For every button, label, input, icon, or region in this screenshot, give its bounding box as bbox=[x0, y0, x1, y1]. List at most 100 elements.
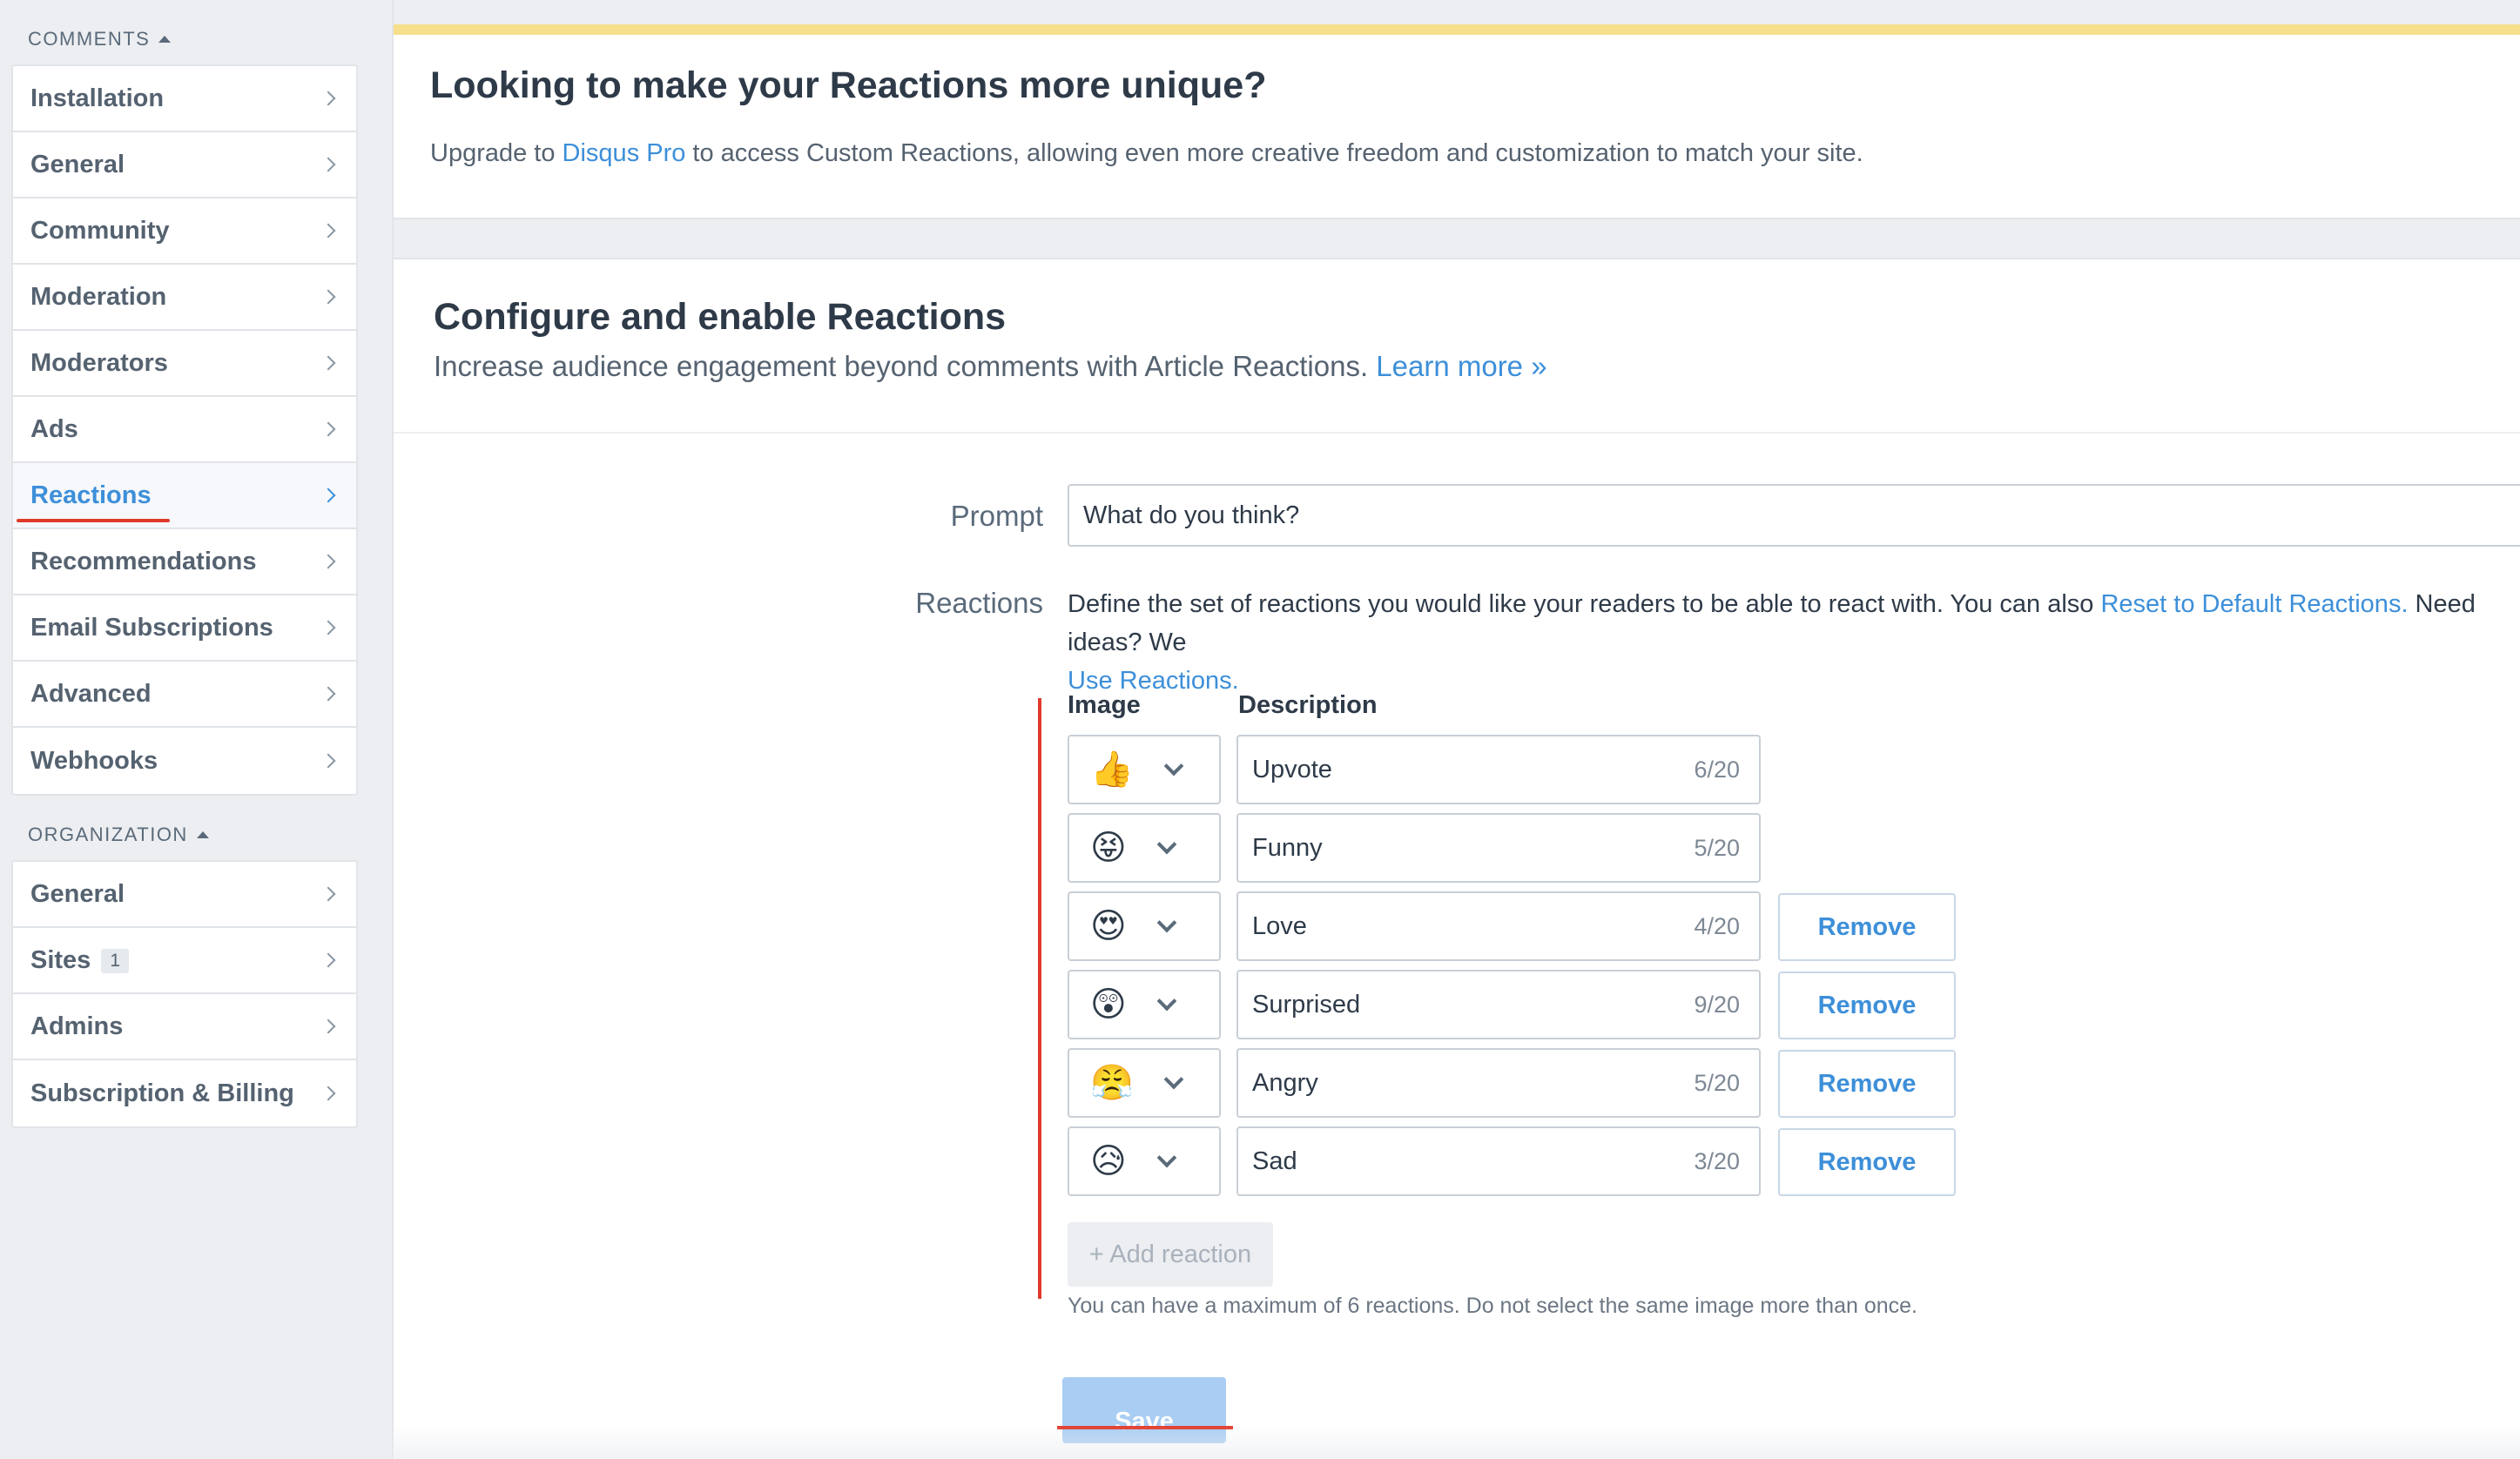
sidebar-item-recommendations[interactable]: Recommendations bbox=[13, 529, 356, 595]
thumbs-up-emoji-icon: 👍 bbox=[1090, 750, 1134, 789]
upsell-text: Upgrade to Disqus Pro to access Custom R… bbox=[430, 139, 1863, 167]
chevron-right-icon bbox=[320, 886, 336, 902]
caret-up-icon bbox=[158, 36, 172, 43]
annotation-underline bbox=[17, 519, 170, 522]
chevron-right-icon bbox=[320, 355, 336, 371]
char-count: 6/20 bbox=[1694, 756, 1740, 783]
image-select[interactable]: 😍 bbox=[1068, 891, 1221, 961]
description-input[interactable]: Surprised 9/20 bbox=[1236, 970, 1761, 1039]
surprised-emoji-icon: 😲 bbox=[1090, 985, 1127, 1024]
chevron-right-icon bbox=[320, 620, 336, 635]
caret-up-icon bbox=[196, 831, 209, 838]
chevron-right-icon bbox=[320, 1086, 336, 1101]
char-count: 5/20 bbox=[1694, 834, 1740, 861]
sad-emoji-icon: 😥 bbox=[1090, 1142, 1127, 1180]
sidebar-item-reactions[interactable]: Reactions bbox=[13, 463, 356, 529]
config-header: Configure and enable Reactions Increase … bbox=[394, 259, 2520, 434]
sidebar-item-webhooks[interactable]: Webhooks bbox=[13, 728, 356, 794]
chevron-right-icon bbox=[320, 952, 336, 968]
remove-button[interactable]: Remove bbox=[1778, 1128, 1956, 1196]
remove-button[interactable]: Remove bbox=[1778, 1050, 1956, 1118]
image-select[interactable]: 😲 bbox=[1068, 970, 1221, 1039]
char-count: 4/20 bbox=[1694, 912, 1740, 939]
sidebar-item-admins[interactable]: Admins bbox=[13, 994, 356, 1060]
sidebar-item-subscription-billing[interactable]: Subscription & Billing bbox=[13, 1060, 356, 1126]
reaction-row: 👍 Upvote 6/20 bbox=[1068, 735, 1973, 804]
chevron-right-icon bbox=[320, 487, 336, 503]
angry-emoji-icon: 😤 bbox=[1090, 1064, 1134, 1102]
sidebar-item-sites[interactable]: Sites 1 bbox=[13, 928, 356, 994]
add-reaction-button[interactable]: + Add reaction bbox=[1068, 1222, 1273, 1287]
remove-button[interactable]: Remove bbox=[1778, 893, 1956, 961]
reaction-row: 😤 Angry 5/20 Remove bbox=[1068, 1048, 1973, 1118]
char-count: 5/20 bbox=[1694, 1069, 1740, 1096]
chevron-right-icon bbox=[320, 554, 336, 569]
chevron-down-icon bbox=[1156, 991, 1177, 1012]
chevron-down-icon bbox=[1156, 912, 1177, 933]
description-input[interactable]: Love 4/20 bbox=[1236, 891, 1761, 961]
sidebar-item-moderators[interactable]: Moderators bbox=[13, 331, 356, 397]
reactions-config-card: Configure and enable Reactions Increase … bbox=[394, 258, 2520, 1459]
sidebar-item-advanced[interactable]: Advanced bbox=[13, 662, 356, 728]
sidebar-item-ads[interactable]: Ads bbox=[13, 397, 356, 463]
upsell-card: Looking to make your Reactions more uniq… bbox=[394, 35, 2520, 219]
chevron-right-icon bbox=[320, 753, 336, 769]
comments-section-heading[interactable]: COMMENTS bbox=[28, 28, 172, 50]
description-input[interactable]: Sad 3/20 bbox=[1236, 1126, 1761, 1196]
annotation-bar bbox=[1038, 698, 1041, 1299]
organization-nav: General Sites 1 Admins Subscription & Bil… bbox=[11, 860, 358, 1128]
sidebar: COMMENTS Installation General Community … bbox=[0, 0, 394, 1459]
sidebar-item-installation[interactable]: Installation bbox=[13, 66, 356, 132]
image-select[interactable]: 👍 bbox=[1068, 735, 1221, 804]
remove-button[interactable]: Remove bbox=[1778, 972, 1956, 1039]
image-select[interactable]: 😤 bbox=[1068, 1048, 1221, 1118]
char-count: 9/20 bbox=[1694, 991, 1740, 1018]
chevron-right-icon bbox=[320, 421, 336, 437]
sidebar-item-email-subscriptions[interactable]: Email Subscriptions bbox=[13, 595, 356, 662]
config-subtitle: Increase audience engagement beyond comm… bbox=[434, 350, 1547, 382]
chevron-right-icon bbox=[320, 1019, 336, 1034]
heart-eyes-emoji-icon: 😍 bbox=[1090, 907, 1127, 945]
chevron-right-icon bbox=[320, 686, 336, 702]
reactions-description: Define the set of reactions you would li… bbox=[1068, 590, 2476, 695]
chevron-right-icon bbox=[320, 91, 336, 106]
description-column-header: Description bbox=[1238, 691, 1378, 719]
chevron-right-icon bbox=[320, 289, 336, 305]
organization-section-heading[interactable]: ORGANIZATION bbox=[28, 824, 209, 846]
description-input[interactable]: Angry 5/20 bbox=[1236, 1048, 1761, 1118]
comments-nav: Installation General Community Moderatio… bbox=[11, 64, 358, 796]
reactions-hint: You can have a maximum of 6 reactions. D… bbox=[1068, 1294, 1917, 1318]
prompt-label: Prompt bbox=[950, 500, 1043, 532]
chevron-down-icon bbox=[1163, 756, 1184, 777]
chevron-right-icon bbox=[320, 157, 336, 172]
learn-more-link[interactable]: Learn more » bbox=[1376, 350, 1546, 382]
reaction-row: 😥 Sad 3/20 Remove bbox=[1068, 1126, 1973, 1196]
sites-count-badge: 1 bbox=[101, 948, 130, 973]
bottom-fade bbox=[0, 1424, 2520, 1459]
config-title: Configure and enable Reactions bbox=[434, 296, 1007, 338]
chevron-right-icon bbox=[320, 223, 336, 239]
char-count: 3/20 bbox=[1694, 1147, 1740, 1174]
reset-default-reactions-link[interactable]: Reset to Default Reactions. bbox=[2100, 590, 2408, 618]
disqus-pro-link[interactable]: Disqus Pro bbox=[563, 139, 686, 167]
image-select[interactable]: 😝 bbox=[1068, 813, 1221, 883]
reactions-label: Reactions bbox=[915, 587, 1043, 619]
reaction-row: 😍 Love 4/20 Remove bbox=[1068, 891, 1973, 961]
chevron-down-icon bbox=[1156, 834, 1177, 855]
sidebar-item-moderation[interactable]: Moderation bbox=[13, 265, 356, 331]
upsell-accent-bar bbox=[394, 24, 2520, 35]
image-select[interactable]: 😥 bbox=[1068, 1126, 1221, 1196]
tongue-emoji-icon: 😝 bbox=[1090, 829, 1127, 867]
sidebar-item-org-general[interactable]: General bbox=[13, 862, 356, 928]
description-input[interactable]: Upvote 6/20 bbox=[1236, 735, 1761, 804]
image-column-header: Image bbox=[1068, 691, 1141, 719]
description-input[interactable]: Funny 5/20 bbox=[1236, 813, 1761, 883]
chevron-down-icon bbox=[1156, 1147, 1177, 1168]
upsell-title: Looking to make your Reactions more uniq… bbox=[430, 64, 1267, 106]
chevron-down-icon bbox=[1163, 1069, 1184, 1090]
reaction-row: 😲 Surprised 9/20 Remove bbox=[1068, 970, 1973, 1039]
sidebar-item-general[interactable]: General bbox=[13, 132, 356, 198]
prompt-input[interactable] bbox=[1068, 484, 2520, 547]
sidebar-item-community[interactable]: Community bbox=[13, 198, 356, 265]
reaction-row: 😝 Funny 5/20 bbox=[1068, 813, 1973, 883]
